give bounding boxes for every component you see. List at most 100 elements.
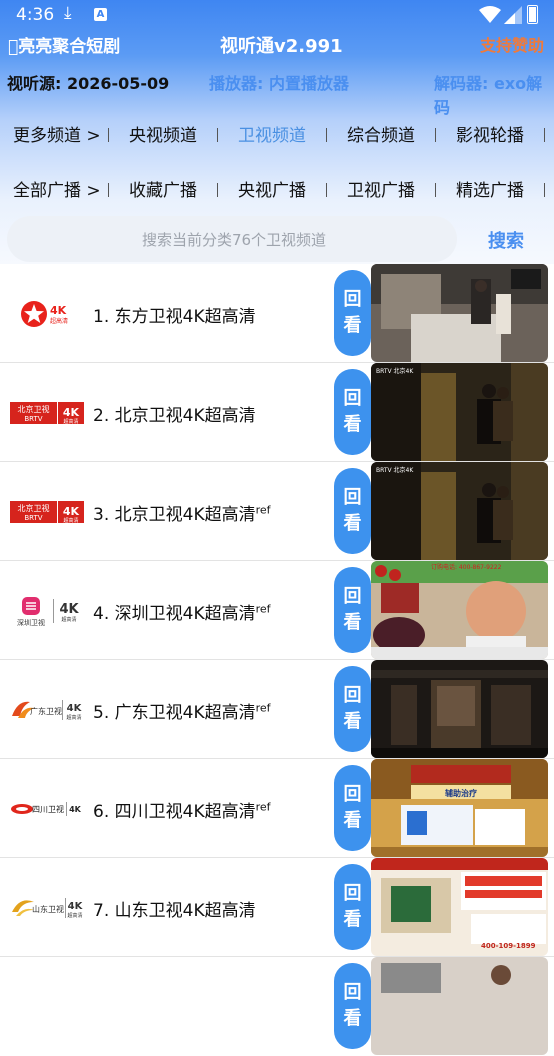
tab-divider bbox=[435, 128, 436, 142]
wifi-icon bbox=[479, 6, 501, 23]
channel-row[interactable]: 4K 超高清 1. 东方卫视4K超高清 回看 bbox=[0, 264, 554, 363]
tab-satellite[interactable]: 卫视频道 bbox=[238, 121, 306, 146]
replay-button[interactable]: 回看 bbox=[334, 369, 371, 455]
brtv-logo: 北京卫视 BRTV 4K 超高清 bbox=[10, 402, 84, 425]
video-thumbnail[interactable] bbox=[371, 660, 548, 758]
logo-subtext: BRTV bbox=[24, 415, 42, 423]
sichuan-tv-logo: 四川卫视 4K bbox=[11, 802, 82, 816]
video-thumbnail[interactable] bbox=[371, 957, 548, 1055]
channel-row[interactable]: 四川卫视 4K 6. 四川卫视4K超高清ref 回看 辅助治疗 bbox=[0, 759, 554, 858]
thumbnail-overlay: BRTV 北京4K bbox=[376, 367, 414, 375]
video-thumbnail[interactable]: BRTV 北京4K bbox=[371, 462, 548, 560]
search-button[interactable]: 搜索 bbox=[488, 227, 524, 253]
channel-row[interactable]: 山东卫视 4K 超高清 7. 山东卫视4K超高清 回看 400-109-1899 bbox=[0, 858, 554, 957]
logo-badge: 4K bbox=[67, 703, 83, 714]
logo-subtext: BRTV bbox=[24, 514, 42, 522]
channel-tabs: 更多频道 > 央视频道 卫视频道 综合频道 影视轮播 bbox=[0, 121, 554, 151]
shandong-tv-logo: 山东卫视 4K 超高清 bbox=[12, 898, 84, 919]
logo-badge: 4K bbox=[50, 304, 67, 317]
tab-divider bbox=[217, 128, 218, 142]
tab-divider bbox=[326, 128, 327, 142]
channel-name: 2. 北京卫视4K超高清 bbox=[93, 406, 256, 426]
channel-name: 4. 深圳卫视4K超高清ref bbox=[93, 602, 271, 624]
video-thumbnail[interactable]: 400-109-1899 bbox=[371, 858, 548, 956]
logo-subtext: 超高清 bbox=[66, 714, 81, 721]
download-icon: ⤓ bbox=[64, 3, 72, 23]
replay-button[interactable]: 回看 bbox=[334, 666, 371, 752]
brtv-logo: 北京卫视 BRTV 4K 超高清 bbox=[10, 501, 84, 524]
tab-divider bbox=[108, 183, 109, 197]
logo-text: 北京卫视 bbox=[18, 404, 50, 414]
logo-text: 广东卫视 bbox=[30, 706, 62, 716]
thumbnail-overlay: BRTV 北京4K bbox=[376, 466, 414, 474]
tab-cctv-radio[interactable]: 央视广播 bbox=[238, 176, 306, 201]
thumbnail-overlay: 辅助治疗 bbox=[445, 788, 477, 798]
signal-icon bbox=[504, 6, 522, 24]
tab-divider bbox=[217, 183, 218, 197]
tab-more-channels[interactable]: 更多频道 > bbox=[13, 121, 101, 146]
replay-button[interactable]: 回看 bbox=[334, 864, 371, 950]
logo-subtext: 超高清 bbox=[61, 616, 76, 623]
logo-subtext: 超高清 bbox=[67, 912, 82, 919]
channel-name: 7. 山东卫视4K超高清 bbox=[93, 901, 256, 921]
channel-row[interactable]: 广东卫视 4K 超高清 5. 广东卫视4K超高清ref 回看 bbox=[0, 660, 554, 759]
source-label[interactable]: 视听源: 2026-05-09 bbox=[7, 70, 169, 94]
logo-badge: 4K bbox=[69, 805, 82, 814]
thumbnail-overlay: 订购电话: 400-867-9222 bbox=[431, 563, 502, 571]
status-bar: 4:36 ⤓ A bbox=[0, 0, 554, 30]
tab-movie-carousel[interactable]: 影视轮播 bbox=[456, 121, 524, 146]
status-time: 4:36 bbox=[16, 5, 55, 25]
tab-divider bbox=[108, 128, 109, 142]
player-label[interactable]: 播放器: 内置播放器 bbox=[209, 70, 349, 94]
search-input[interactable] bbox=[7, 216, 461, 264]
replay-button[interactable]: 回看 bbox=[334, 468, 371, 554]
tab-general[interactable]: 综合频道 bbox=[347, 121, 415, 146]
search-field[interactable] bbox=[7, 216, 461, 264]
replay-button[interactable]: 回看 bbox=[334, 963, 371, 1049]
support-link[interactable]: 支持赞助 bbox=[480, 32, 544, 56]
tab-favorite-radio[interactable]: 收藏广播 bbox=[129, 176, 197, 201]
video-thumbnail[interactable]: BRTV 北京4K bbox=[371, 363, 548, 461]
logo-subtext: 超高清 bbox=[63, 517, 78, 524]
video-thumbnail[interactable] bbox=[371, 264, 548, 362]
video-thumbnail[interactable]: 订购电话: 400-867-9222 bbox=[371, 561, 548, 659]
channel-row[interactable]: 回看 bbox=[0, 957, 554, 1056]
logo-text: 深圳卫视 bbox=[17, 618, 45, 627]
video-thumbnail[interactable]: 辅助治疗 bbox=[371, 759, 548, 857]
channel-name: 5. 广东卫视4K超高清ref bbox=[93, 701, 271, 723]
logo-badge: 4K bbox=[63, 406, 80, 419]
logo-subtext: 超高清 bbox=[63, 418, 78, 425]
channel-row[interactable]: 北京卫视 BRTV 4K 超高清 2. 北京卫视4K超高清 回看 BRTV 北京… bbox=[0, 363, 554, 462]
app-title: 视听通v2.991 bbox=[220, 36, 343, 57]
logo-text: 四川卫视 bbox=[32, 804, 64, 814]
replay-button[interactable]: 回看 bbox=[334, 765, 371, 851]
tab-all-radio[interactable]: 全部广播 > bbox=[13, 176, 101, 201]
channel-name: 3. 北京卫视4K超高清ref bbox=[93, 503, 271, 525]
channel-row[interactable]: 深圳卫视 4K 超高清 4. 深圳卫视4K超高清ref 回看 订购电话: 400… bbox=[0, 561, 554, 660]
tab-featured-radio[interactable]: 精选广播 bbox=[456, 176, 524, 201]
tab-divider bbox=[544, 183, 545, 197]
logo-badge: 4K bbox=[59, 602, 79, 617]
drama-link[interactable]:  亮亮聚合短剧 bbox=[8, 32, 120, 57]
tab-divider bbox=[435, 183, 436, 197]
channel-name: 6. 四川卫视4K超高清ref bbox=[93, 800, 271, 822]
tab-divider bbox=[326, 183, 327, 197]
logo-text: 北京卫视 bbox=[18, 503, 50, 513]
tab-divider bbox=[544, 128, 545, 142]
radio-tabs: 全部广播 > 收藏广播 央视广播 卫视广播 精选广播 bbox=[0, 176, 554, 206]
battery-icon bbox=[527, 5, 538, 24]
shenzhen-tv-logo: 深圳卫视 4K 超高清 bbox=[17, 597, 79, 627]
guangdong-tv-logo: 广东卫视 4K 超高清 bbox=[12, 700, 83, 721]
logo-badge: 4K bbox=[68, 901, 84, 912]
tab-cctv[interactable]: 央视频道 bbox=[129, 121, 197, 146]
logo-badge: 4K bbox=[63, 505, 80, 518]
replay-button[interactable]: 回看 bbox=[334, 567, 371, 653]
replay-button[interactable]: 回看 bbox=[334, 270, 371, 356]
channel-row[interactable]: 北京卫视 BRTV 4K 超高清 3. 北京卫视4K超高清ref 回看 BRTV… bbox=[0, 462, 554, 561]
logo-text: 山东卫视 bbox=[32, 904, 64, 914]
tab-satellite-radio[interactable]: 卫视广播 bbox=[347, 176, 415, 201]
title-bar:  亮亮聚合短剧 视听通v2.991 支持赞助 bbox=[0, 30, 554, 57]
thumbnail-overlay: 400-109-1899 bbox=[481, 942, 536, 950]
decoder-label[interactable]: 解码器: exo解码 bbox=[434, 70, 554, 118]
a-badge-icon: A bbox=[94, 8, 107, 21]
